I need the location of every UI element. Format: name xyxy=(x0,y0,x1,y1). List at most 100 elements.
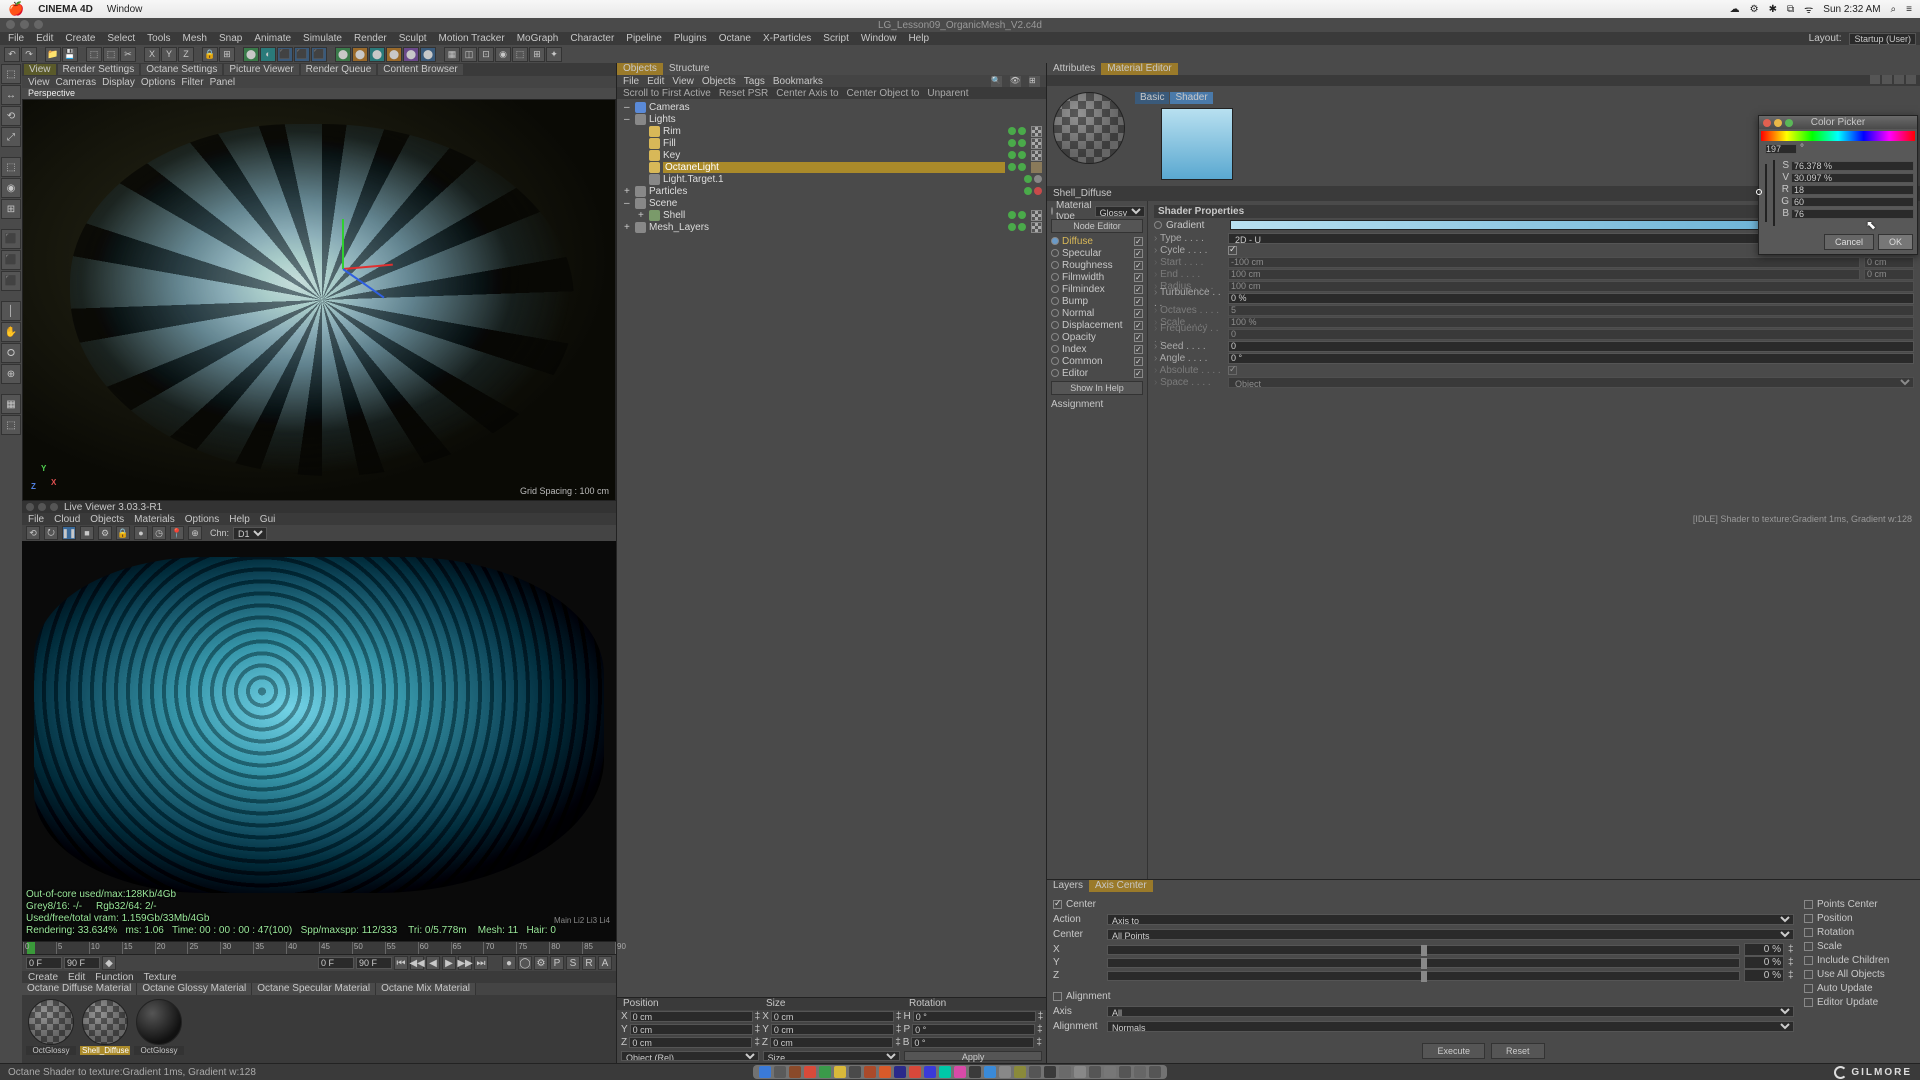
obj-menu-view[interactable]: View xyxy=(672,76,694,87)
action-select[interactable]: Axis to xyxy=(1107,914,1794,925)
menu-help[interactable]: Help xyxy=(904,33,933,44)
toolbar-btn-31[interactable]: ◫ xyxy=(461,47,477,62)
chn-select[interactable]: D1 xyxy=(233,527,267,540)
frame-current[interactable] xyxy=(318,957,354,969)
obj-menu-edit[interactable]: Edit xyxy=(647,76,664,87)
toolbar-btn-34[interactable]: ⬚ xyxy=(512,47,528,62)
lv-menu-gui[interactable]: Gui xyxy=(260,514,276,525)
goto-start-icon[interactable]: ⏮ xyxy=(394,956,408,970)
dock-app-12[interactable] xyxy=(939,1066,951,1078)
dock-app-2[interactable] xyxy=(789,1066,801,1078)
autokey-icon[interactable]: ◯ xyxy=(518,956,532,970)
vp-menu-view[interactable]: View xyxy=(28,77,50,88)
dock-app-3[interactable] xyxy=(804,1066,816,1078)
menu-mesh[interactable]: Mesh xyxy=(179,33,211,44)
menu-create[interactable]: Create xyxy=(61,33,99,44)
mat-tab[interactable]: Octane Diffuse Material xyxy=(22,983,137,995)
tree-row-Rim[interactable]: Rim xyxy=(621,125,1042,137)
frame-end[interactable] xyxy=(64,957,100,969)
dock-app-20[interactable] xyxy=(1059,1066,1071,1078)
goto-end-icon[interactable]: ⏭ xyxy=(474,956,488,970)
menu-pipeline[interactable]: Pipeline xyxy=(622,33,666,44)
toolbar-btn-21[interactable]: ⬛ xyxy=(311,47,327,62)
channel-editor[interactable]: Editor xyxy=(1051,367,1143,379)
tree-row-Lights[interactable]: –Lights xyxy=(621,113,1042,125)
traffic-lights[interactable] xyxy=(6,20,43,29)
toolbar-btn-10[interactable]: X xyxy=(144,47,160,62)
vp-menu-display[interactable]: Display xyxy=(102,77,135,88)
coord-object-mode[interactable]: Object (Rel) xyxy=(621,1051,759,1061)
tree-row-Key[interactable]: Key xyxy=(621,149,1042,161)
channel-displacement[interactable]: Displacement xyxy=(1051,319,1143,331)
tool-7[interactable]: ⊞ xyxy=(1,199,21,219)
color-picker-titlebar[interactable]: Color Picker xyxy=(1759,116,1917,129)
cancel-button[interactable]: Cancel xyxy=(1824,234,1874,250)
tree-row-Cameras[interactable]: –Cameras xyxy=(621,101,1042,113)
toolbar-btn-4[interactable]: 💾 xyxy=(62,47,78,62)
tool-19[interactable]: ⬚ xyxy=(1,415,21,435)
menu-x-particles[interactable]: X-Particles xyxy=(759,33,815,44)
toolbar-btn-8[interactable]: ✂ xyxy=(120,47,136,62)
center-checkbox[interactable] xyxy=(1053,900,1062,909)
toolbar-btn-36[interactable]: ✦ xyxy=(546,47,562,62)
tag-icon[interactable] xyxy=(1031,210,1042,221)
node-editor-button[interactable]: Node Editor xyxy=(1051,219,1143,233)
rec-key-icon[interactable]: ● xyxy=(502,956,516,970)
axis-opt-include-children[interactable]: Include Children xyxy=(1804,954,1914,966)
step-back-icon[interactable]: ◀◀ xyxy=(410,956,424,970)
menu-character[interactable]: Character xyxy=(566,33,618,44)
obj-menu-bookmarks[interactable]: Bookmarks xyxy=(773,76,823,87)
toolbar-btn-30[interactable]: ▦ xyxy=(444,47,460,62)
size-Y[interactable] xyxy=(771,1024,894,1035)
lv-menu-options[interactable]: Options xyxy=(185,514,219,525)
toolbar-btn-6[interactable]: ⬚ xyxy=(86,47,102,62)
lv-pause-icon[interactable]: ❚❚ xyxy=(62,526,76,540)
timeline[interactable]: 051015202530354045505560657075808590 xyxy=(22,941,616,955)
channel-index[interactable]: Index xyxy=(1051,343,1143,355)
menu-plugins[interactable]: Plugins xyxy=(670,33,711,44)
cp-field-B[interactable]: B xyxy=(1779,208,1914,219)
menu-motion-tracker[interactable]: Motion Tracker xyxy=(435,33,509,44)
toolbar-btn-3[interactable]: 📁 xyxy=(45,47,61,62)
tool-18[interactable]: ▦ xyxy=(1,394,21,414)
size-Z[interactable] xyxy=(770,1037,893,1048)
menu-render[interactable]: Render xyxy=(350,33,391,44)
toolbar-btn-33[interactable]: ◉ xyxy=(495,47,511,62)
object-tree[interactable]: –Cameras–LightsRimFillKeyOctaneLightLigh… xyxy=(617,99,1046,997)
tool-16[interactable]: ⊕ xyxy=(1,364,21,384)
pos-Y[interactable] xyxy=(630,1024,753,1035)
vp-menu-filter[interactable]: Filter xyxy=(181,77,203,88)
alignment-checkbox[interactable] xyxy=(1053,992,1062,1001)
dock-app-6[interactable] xyxy=(849,1066,861,1078)
toolbar-btn-11[interactable]: Y xyxy=(161,47,177,62)
view-tab-render-queue[interactable]: Render Queue xyxy=(301,64,377,75)
tool-2[interactable]: ⟲ xyxy=(1,106,21,126)
tool-10[interactable]: ⬛ xyxy=(1,250,21,270)
frame-start[interactable] xyxy=(26,957,62,969)
lv-record-icon[interactable]: ● xyxy=(134,526,148,540)
menu-octane[interactable]: Octane xyxy=(715,33,755,44)
cp-field-R[interactable]: R xyxy=(1779,184,1914,195)
menu-script[interactable]: Script xyxy=(819,33,853,44)
dock-app-11[interactable] xyxy=(924,1066,936,1078)
menu-sculpt[interactable]: Sculpt xyxy=(395,33,431,44)
channel-filmindex[interactable]: Filmindex xyxy=(1051,283,1143,295)
perspective-viewport[interactable]: XYZ Grid Spacing : 100 cm xyxy=(22,99,616,501)
mac-status-7[interactable]: ≡ xyxy=(1906,4,1912,15)
obj-tool-0[interactable]: 🔍 xyxy=(991,76,1002,87)
mac-status-0[interactable]: ☁ xyxy=(1730,4,1740,15)
attr-fwd-icon[interactable] xyxy=(1882,75,1892,84)
obj-cmd[interactable]: Unparent xyxy=(927,88,968,99)
menu-window[interactable]: Window xyxy=(857,33,901,44)
lv-clock-icon[interactable]: ◷ xyxy=(152,526,166,540)
view-tab-render-settings[interactable]: Render Settings xyxy=(58,64,140,75)
toolbar-btn-18[interactable]: ◐ xyxy=(260,47,276,62)
reset-button[interactable]: Reset xyxy=(1491,1043,1545,1059)
layout-select[interactable]: Startup (User) xyxy=(1849,33,1916,45)
toolbar-btn-32[interactable]: ⊡ xyxy=(478,47,494,62)
mac-dock[interactable] xyxy=(753,1065,1167,1079)
obj-cmd[interactable]: Scroll to First Active xyxy=(623,88,711,99)
channel-opacity[interactable]: Opacity xyxy=(1051,331,1143,343)
pos-Z[interactable] xyxy=(629,1037,752,1048)
mat-menu-texture[interactable]: Texture xyxy=(144,972,177,983)
